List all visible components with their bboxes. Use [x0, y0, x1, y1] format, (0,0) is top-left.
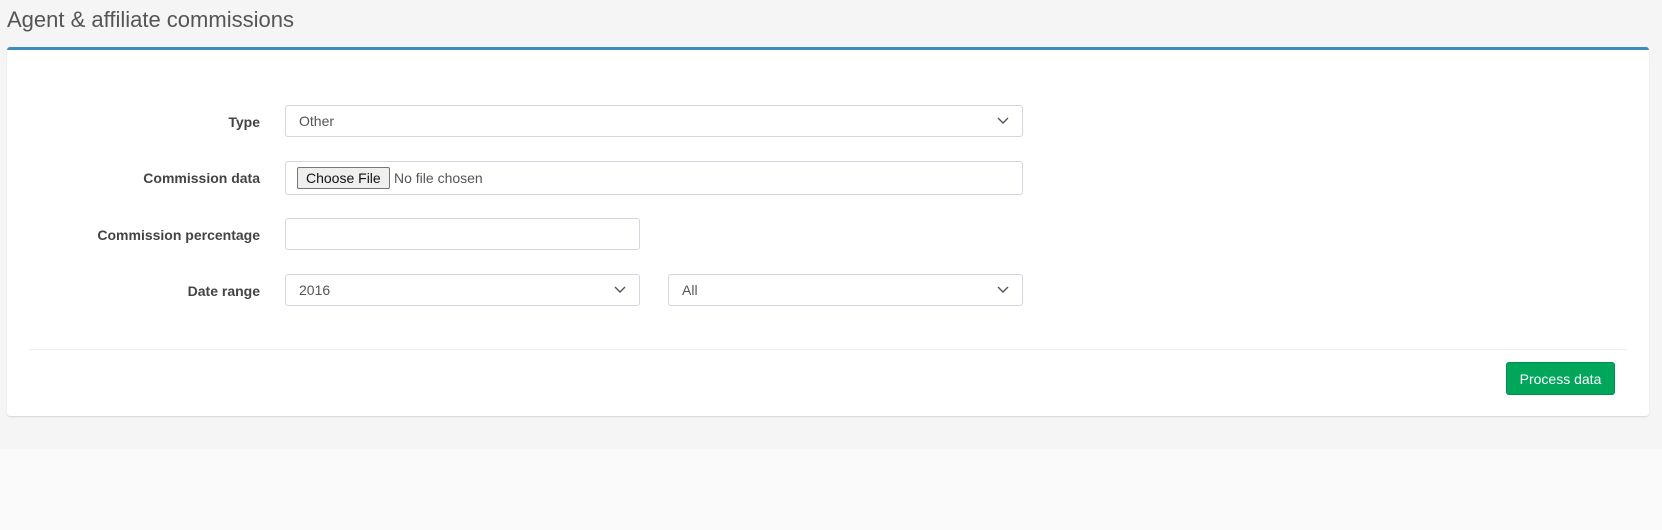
chevron-down-icon	[614, 286, 626, 293]
content-area: Agent & affiliate commissions Type Other…	[0, 0, 1662, 449]
date-range-year-select[interactable]: 2016	[285, 274, 640, 306]
type-label: Type	[228, 114, 260, 130]
form-footer-divider	[29, 349, 1627, 350]
commission-data-file-input[interactable]: Choose File No file chosen	[285, 161, 1023, 195]
type-select[interactable]: Other	[285, 105, 1023, 137]
type-select-value: Other	[299, 113, 335, 129]
commission-form-panel: Type Other Commission data Choose File N…	[7, 47, 1649, 416]
commission-percentage-input[interactable]	[285, 218, 640, 250]
chevron-down-icon	[997, 117, 1009, 124]
date-range-year-value: 2016	[299, 282, 331, 298]
commission-data-label: Commission data	[143, 170, 260, 186]
process-data-button[interactable]: Process data	[1506, 362, 1615, 395]
chevron-down-icon	[997, 286, 1009, 293]
date-range-period-select[interactable]: All	[668, 274, 1023, 306]
choose-file-button[interactable]: Choose File	[297, 167, 390, 189]
date-range-period-value: All	[682, 282, 698, 298]
page-title: Agent & affiliate commissions	[7, 7, 294, 32]
commission-percentage-label: Commission percentage	[97, 227, 260, 243]
date-range-label: Date range	[187, 283, 260, 299]
file-status: No file chosen	[394, 170, 483, 186]
